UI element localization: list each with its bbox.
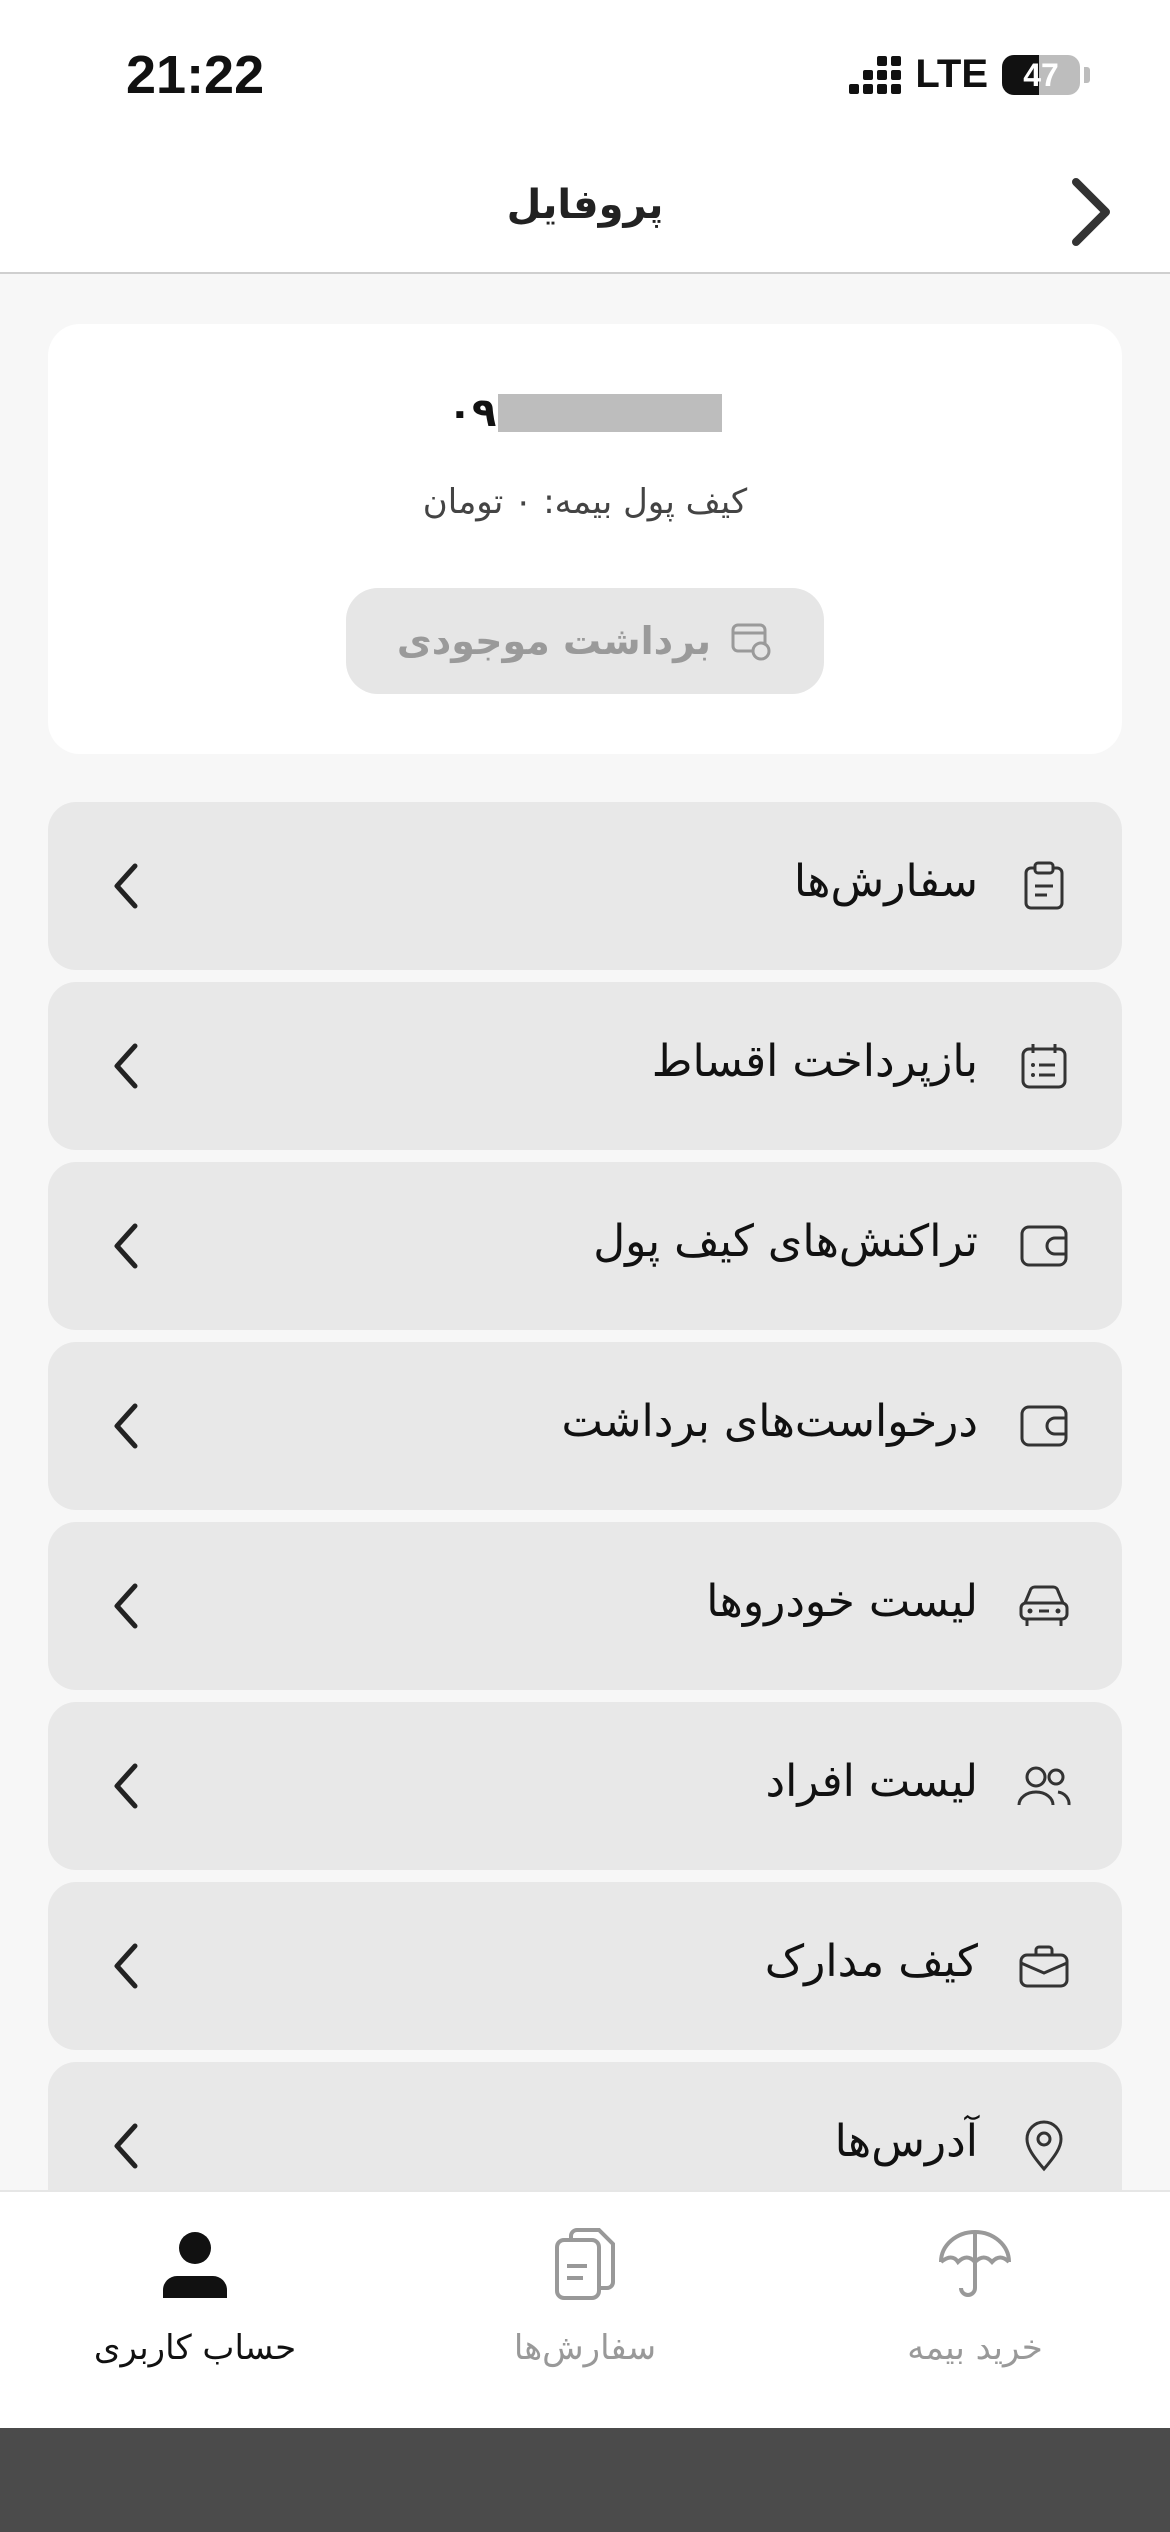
chevron-left-icon (98, 1398, 154, 1454)
phone-prefix: ۰۹ (447, 390, 497, 436)
menu-item-label: کیف مدارک (764, 1936, 978, 1987)
withdraw-label: برداشت موجودی (396, 619, 712, 663)
chevron-right-icon (1072, 178, 1110, 246)
battery-icon: 47 (1002, 54, 1080, 95)
phone-redacted (498, 394, 723, 432)
wallet-card: ۰۹ کیف پول بیمه: ۰ تومان برداشت موجودی (48, 324, 1122, 754)
page-title: پروفایل (506, 182, 664, 228)
chevron-left-icon (98, 1038, 154, 1094)
home-indicator-area (0, 2428, 1170, 2532)
chevron-left-icon (98, 1218, 154, 1274)
menu-item-label: درخواست‌های برداشت (561, 1396, 978, 1447)
nav-buy-insurance[interactable]: خرید بیمه (780, 2192, 1170, 2430)
map-pin-icon (1016, 2118, 1072, 2174)
menu-item-label: تراکنش‌های کیف پول (593, 1216, 978, 1267)
menu-item-installments[interactable]: بازپرداخت اقساط (48, 982, 1122, 1150)
menu-item-label: لیست خودروها (706, 1576, 978, 1627)
wallet-refresh-icon (731, 623, 771, 661)
menu-item-vehicles[interactable]: لیست خودروها (48, 1522, 1122, 1690)
status-time: 21:22 (126, 45, 265, 105)
user-icon (0, 2216, 390, 2312)
nav-label: سفارش‌ها (513, 2328, 657, 2368)
battery-cap (1084, 66, 1090, 83)
users-icon (1016, 1758, 1072, 1814)
menu-item-documents[interactable]: کیف مدارک (48, 1882, 1122, 2050)
wallet-icon (1016, 1218, 1072, 1274)
documents-icon (390, 2216, 780, 2312)
clipboard-icon (1016, 858, 1072, 914)
menu-item-orders[interactable]: سفارش‌ها (48, 802, 1122, 970)
car-icon (1016, 1578, 1072, 1634)
wallet-balance: کیف پول بیمه: ۰ تومان (422, 482, 748, 522)
phone-number: ۰۹ (48, 388, 1122, 438)
chevron-left-icon (98, 1758, 154, 1814)
menu-item-wallet-transactions[interactable]: تراکنش‌های کیف پول (48, 1162, 1122, 1330)
menu-item-people[interactable]: لیست افراد (48, 1702, 1122, 1870)
signal-icon (849, 55, 902, 94)
status-bar: 21:22 LTE 47 (0, 0, 1170, 150)
menu-item-label: لیست افراد (765, 1756, 978, 1807)
nav-account[interactable]: حساب کاربری (0, 2192, 390, 2430)
briefcase-icon (1016, 1938, 1072, 1994)
nav-label: حساب کاربری (93, 2328, 297, 2368)
app-header: پروفایل (0, 150, 1170, 274)
chevron-left-icon (98, 1578, 154, 1634)
back-button[interactable] (1050, 172, 1130, 252)
nav-orders[interactable]: سفارش‌ها (390, 2192, 780, 2430)
menu-item-withdraw-requests[interactable]: درخواست‌های برداشت (48, 1342, 1122, 1510)
menu-item-label: آدرس‌ها (834, 2116, 978, 2167)
calendar-list-icon (1016, 1038, 1072, 1094)
network-label: LTE (915, 52, 988, 96)
wallet-icon (1016, 1398, 1072, 1454)
chevron-left-icon (98, 858, 154, 914)
withdraw-button[interactable]: برداشت موجودی (346, 588, 824, 694)
status-indicators: LTE 47 (849, 52, 1090, 97)
nav-label: خرید بیمه (907, 2328, 1043, 2368)
menu-item-label: بازپرداخت اقساط (651, 1036, 978, 1087)
bottom-nav: خرید بیمه سفارش‌ها حساب کاربری (0, 2190, 1170, 2428)
umbrella-icon (780, 2216, 1170, 2312)
battery-percent: 47 (1023, 56, 1059, 93)
menu-item-label: سفارش‌ها (793, 856, 978, 907)
chevron-left-icon (98, 1938, 154, 1994)
chevron-left-icon (98, 2118, 154, 2174)
